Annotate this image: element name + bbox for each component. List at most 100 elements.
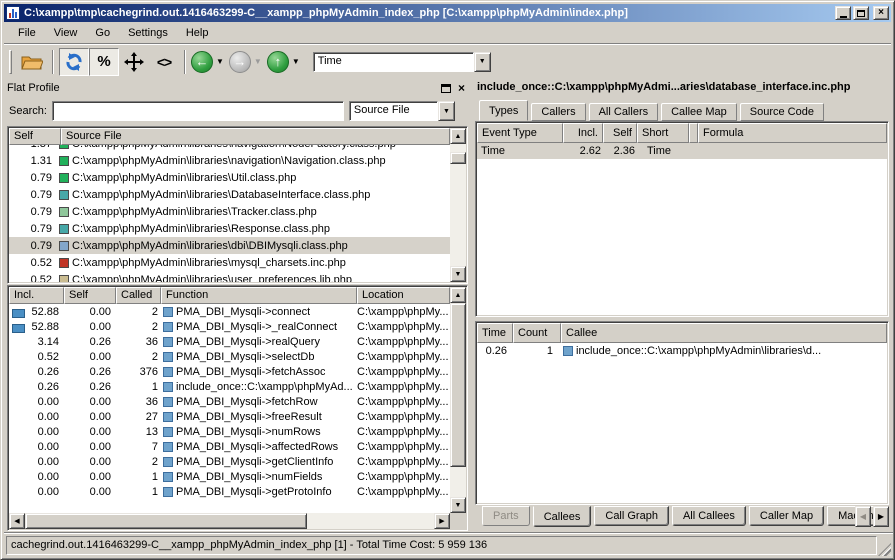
- tab-all-callees[interactable]: All Callees: [672, 506, 746, 526]
- function-row[interactable]: 0.000.001PMA_DBI_Mysqli->getProtoInfoC:\…: [9, 484, 450, 499]
- column-header-formula[interactable]: Formula: [698, 123, 887, 143]
- location-cell: C:\xampp\phpMy...: [357, 396, 450, 408]
- back-dropdown[interactable]: ▼: [216, 57, 224, 66]
- source-file-row[interactable]: 0.79C:\xampp\phpMyAdmin\libraries\Respon…: [9, 220, 450, 237]
- source-file-row[interactable]: 1.37C:\xampp\phpMyAdmin\libraries\naviga…: [9, 145, 450, 152]
- tab-callers[interactable]: Callers: [531, 103, 585, 121]
- tab-call-graph[interactable]: Call Graph: [594, 506, 669, 526]
- tab-parts[interactable]: Parts: [482, 506, 530, 526]
- column-header-source-file[interactable]: Source File: [61, 128, 450, 145]
- scrollbar-thumb[interactable]: [450, 303, 466, 467]
- scroll-up-button[interactable]: ▲: [450, 287, 466, 303]
- column-header-time[interactable]: Time: [477, 323, 513, 343]
- column-header-short[interactable]: Short: [637, 123, 689, 143]
- function-name: PMA_DBI_Mysqli->numFields: [176, 471, 322, 483]
- menu-go[interactable]: Go: [86, 24, 119, 42]
- function-row[interactable]: 0.000.0027PMA_DBI_Mysqli->freeResultC:\x…: [9, 409, 450, 424]
- column-header-self[interactable]: Self: [9, 128, 61, 145]
- tab-callees[interactable]: Callees: [533, 506, 592, 527]
- dock-close-icon[interactable]: ×: [458, 82, 465, 94]
- source-file-row[interactable]: 0.79C:\xampp\phpMyAdmin\libraries\Databa…: [9, 186, 450, 203]
- source-list-scrollbar[interactable]: ▲ ▼: [450, 128, 466, 282]
- function-row[interactable]: 0.000.007PMA_DBI_Mysqli->affectedRowsC:\…: [9, 439, 450, 454]
- menu-help[interactable]: Help: [177, 24, 218, 42]
- up-dropdown[interactable]: ▼: [292, 57, 300, 66]
- source-file-row[interactable]: 1.31C:\xampp\phpMyAdmin\libraries\naviga…: [9, 152, 450, 169]
- function-row[interactable]: 0.000.0036PMA_DBI_Mysqli->fetchRowC:\xam…: [9, 394, 450, 409]
- tab-caller-map[interactable]: Caller Map: [749, 506, 824, 526]
- function-row[interactable]: 0.000.002PMA_DBI_Mysqli->getClientInfoC:…: [9, 454, 450, 469]
- function-row[interactable]: 0.260.26376PMA_DBI_Mysqli->fetchAssocC:\…: [9, 364, 450, 379]
- shorten-templates-button[interactable]: <>: [149, 48, 179, 76]
- function-row[interactable]: 52.880.002PMA_DBI_Mysqli->connectC:\xamp…: [9, 304, 450, 319]
- column-header-self[interactable]: Self: [603, 123, 637, 143]
- event-type-row[interactable]: Time 2.62 2.36 Time: [477, 143, 887, 159]
- event-type-combobox[interactable]: Time ▼: [313, 52, 491, 72]
- column-header-location[interactable]: Location: [357, 287, 450, 304]
- scrollbar-thumb[interactable]: [25, 513, 307, 529]
- resize-grip[interactable]: [878, 543, 891, 556]
- function-row[interactable]: 0.260.261include_once::C:\xampp\phpMyAd.…: [9, 379, 450, 394]
- column-header-called[interactable]: Called: [116, 287, 161, 304]
- function-row[interactable]: 3.140.2636PMA_DBI_Mysqli->realQueryC:\xa…: [9, 334, 450, 349]
- column-header-self[interactable]: Self: [64, 287, 116, 304]
- cycle-detection-button[interactable]: [119, 48, 149, 76]
- scroll-down-button[interactable]: ▼: [450, 266, 466, 282]
- callee-row[interactable]: 0.26 1 include_once::C:\xampp\phpMyAdmin…: [477, 343, 887, 359]
- source-file-row[interactable]: 0.52C:\xampp\phpMyAdmin\libraries\mysql_…: [9, 254, 450, 271]
- grouping-combobox[interactable]: Source File ▼: [349, 101, 455, 121]
- combobox-dropdown-button[interactable]: ▼: [474, 52, 491, 72]
- scroll-left-button[interactable]: ◀: [9, 513, 25, 529]
- minimize-button[interactable]: [835, 6, 851, 20]
- column-header-incl[interactable]: Incl.: [563, 123, 603, 143]
- reload-button[interactable]: [59, 48, 89, 76]
- scroll-down-button[interactable]: ▼: [450, 497, 466, 513]
- menu-settings[interactable]: Settings: [119, 24, 177, 42]
- tab-scroll-left-button[interactable]: ◀: [855, 506, 871, 527]
- forward-button[interactable]: →: [229, 51, 251, 73]
- up-button[interactable]: ↑: [267, 51, 289, 73]
- function-row[interactable]: 52.880.002PMA_DBI_Mysqli->_realConnectC:…: [9, 319, 450, 334]
- scroll-up-button[interactable]: ▲: [450, 128, 466, 144]
- search-input[interactable]: [52, 101, 344, 121]
- title-bar[interactable]: C:\xampp\tmp\cachegrind.out.1416463299-C…: [4, 4, 891, 22]
- function-table-vscrollbar[interactable]: ▲ ▼: [450, 287, 466, 513]
- tab-all-callers[interactable]: All Callers: [589, 103, 659, 121]
- tab-source-code[interactable]: Source Code: [740, 103, 824, 121]
- column-header-spacer[interactable]: [689, 123, 698, 143]
- column-header-event-type[interactable]: Event Type: [477, 123, 563, 143]
- source-file-row[interactable]: 0.79C:\xampp\phpMyAdmin\libraries\Tracke…: [9, 203, 450, 220]
- grouping-value[interactable]: Source File: [349, 101, 438, 121]
- tab-scroll-right-button[interactable]: ▶: [873, 506, 889, 527]
- combobox-dropdown-button[interactable]: ▼: [438, 101, 455, 121]
- source-file-row[interactable]: 0.79C:\xampp\phpMyAdmin\libraries\dbi\DB…: [9, 237, 450, 254]
- column-header-count[interactable]: Count: [513, 323, 561, 343]
- column-header-function[interactable]: Function: [161, 287, 357, 304]
- open-file-button[interactable]: [17, 48, 47, 76]
- function-cell: PMA_DBI_Mysqli->fetchAssoc: [161, 366, 357, 378]
- menu-file[interactable]: File: [9, 24, 45, 42]
- source-file-row[interactable]: 0.79C:\xampp\phpMyAdmin\libraries\Util.c…: [9, 169, 450, 186]
- dock-title-bar[interactable]: Flat Profile ×: [7, 79, 465, 97]
- function-table-hscrollbar[interactable]: ◀ ▶: [9, 513, 450, 529]
- scrollbar-thumb[interactable]: [450, 152, 466, 164]
- close-button[interactable]: ×: [873, 6, 889, 20]
- back-button[interactable]: ←: [191, 51, 213, 73]
- tab-callee-map[interactable]: Callee Map: [661, 103, 737, 121]
- menu-view[interactable]: View: [45, 24, 87, 42]
- toolbar-handle[interactable]: [9, 50, 12, 74]
- function-row[interactable]: 0.520.002PMA_DBI_Mysqli->selectDbC:\xamp…: [9, 349, 450, 364]
- column-header-incl[interactable]: Incl.: [9, 287, 64, 304]
- function-row[interactable]: 0.000.001PMA_DBI_Mysqli->numFieldsC:\xam…: [9, 469, 450, 484]
- dock-float-icon[interactable]: [441, 84, 451, 93]
- column-header-callee[interactable]: Callee: [561, 323, 887, 343]
- scroll-right-button[interactable]: ▶: [434, 513, 450, 529]
- maximize-button[interactable]: [853, 6, 869, 20]
- forward-dropdown[interactable]: ▼: [254, 57, 262, 66]
- percent-relative-button[interactable]: %: [89, 48, 119, 76]
- tab-types[interactable]: Types: [479, 100, 528, 121]
- function-row[interactable]: 0.000.0013PMA_DBI_Mysqli->numRowsC:\xamp…: [9, 424, 450, 439]
- source-file-row[interactable]: 0.52C:\xampp\phpMyAdmin\libraries\user_p…: [9, 271, 450, 282]
- function-table: Incl. Self Called Function Location 52.8…: [7, 285, 468, 531]
- event-type-value[interactable]: Time: [313, 52, 474, 72]
